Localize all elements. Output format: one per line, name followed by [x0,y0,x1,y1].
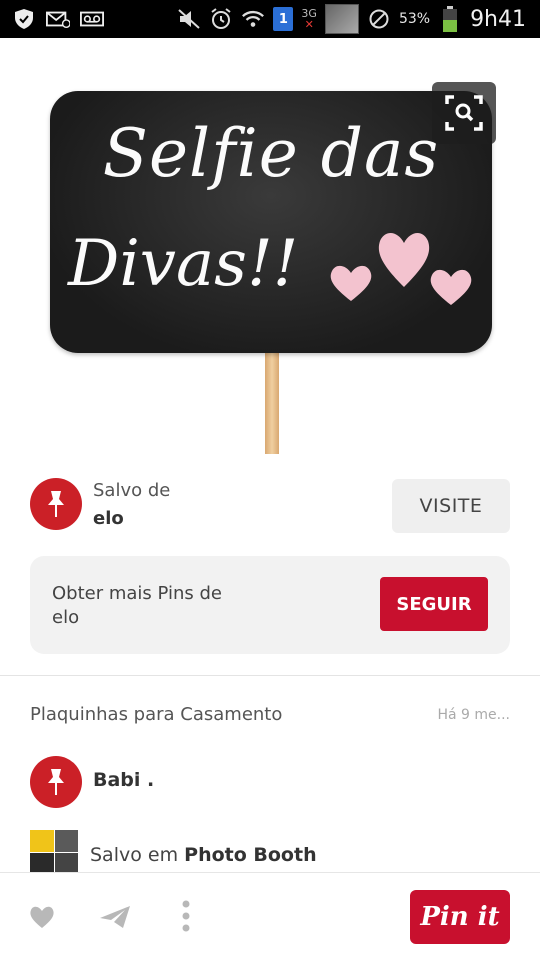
pinner-name[interactable]: Babi . [93,769,154,791]
send-button[interactable] [98,903,132,931]
more-pins-text: Obter mais Pins de elo [52,583,222,628]
heart-decoration [378,232,430,287]
visit-button[interactable]: VISITE [392,479,510,533]
pin-icon [48,769,64,795]
source-row: Salvo de elo VISITE [30,476,510,533]
saved-in-row[interactable]: Salvo em Photo Booth [30,828,510,874]
visual-search-icon [445,95,483,131]
board-time: Há 9 me... [437,707,510,723]
mail-icon [46,8,70,30]
chalkboard-sign: Selfie das Divas!! [50,91,492,353]
alarm-icon [209,8,233,30]
wifi-icon [241,8,265,30]
pinner-avatar[interactable] [30,756,82,808]
pin-it-button[interactable]: Pin it [410,890,510,944]
more-pins-box: Obter mais Pins de elo SEGUIR [30,556,510,654]
more-vertical-icon [182,900,190,932]
more-options-button[interactable] [176,899,196,933]
like-button[interactable] [28,903,56,931]
no-service-icon [367,8,391,30]
network-3g-icon: 3G ✕ [301,7,317,31]
board-thumbnail[interactable] [30,830,78,874]
clock: 9h41 [470,6,526,32]
mute-icon [177,8,201,30]
pin-icon [48,491,64,517]
board-row[interactable]: Plaquinhas para Casamento Há 9 me... [30,704,510,730]
sign-text-line2: Divas!! [68,227,299,301]
saved-from-label: Salvo de [93,480,171,501]
heart-icon [30,906,54,928]
visual-search-button[interactable] [432,82,496,144]
pin-detail-card: Selfie das Divas!! Salvo de elo VISITE O… [0,38,540,960]
pin-image[interactable]: Selfie das Divas!! [40,88,500,454]
signal-icon [324,4,359,34]
divider [0,675,540,676]
sim-icon: 1 [273,7,294,31]
sign-text-line1: Selfie das [102,115,440,192]
voicemail-icon [80,8,104,30]
pinner-row[interactable]: Babi . [30,756,510,810]
source-avatar[interactable] [30,478,82,530]
battery-icon [438,6,462,32]
saved-in-prefix: Salvo em [90,844,179,866]
sign-stick [265,348,279,454]
saved-in-board[interactable]: Photo Booth [184,844,316,866]
heart-decoration [330,265,372,301]
battery-percent: 53% [398,11,431,27]
send-icon [100,906,130,928]
shield-icon [12,8,36,30]
source-name[interactable]: elo [93,508,124,529]
heart-decoration [430,269,472,305]
action-bar: Pin it [0,873,540,960]
saved-in-text: Salvo em Photo Booth [90,844,317,866]
follow-button[interactable]: SEGUIR [380,577,488,631]
board-name[interactable]: Plaquinhas para Casamento [30,704,282,725]
status-bar: 1 3G ✕ 53% 9h41 [0,0,540,38]
